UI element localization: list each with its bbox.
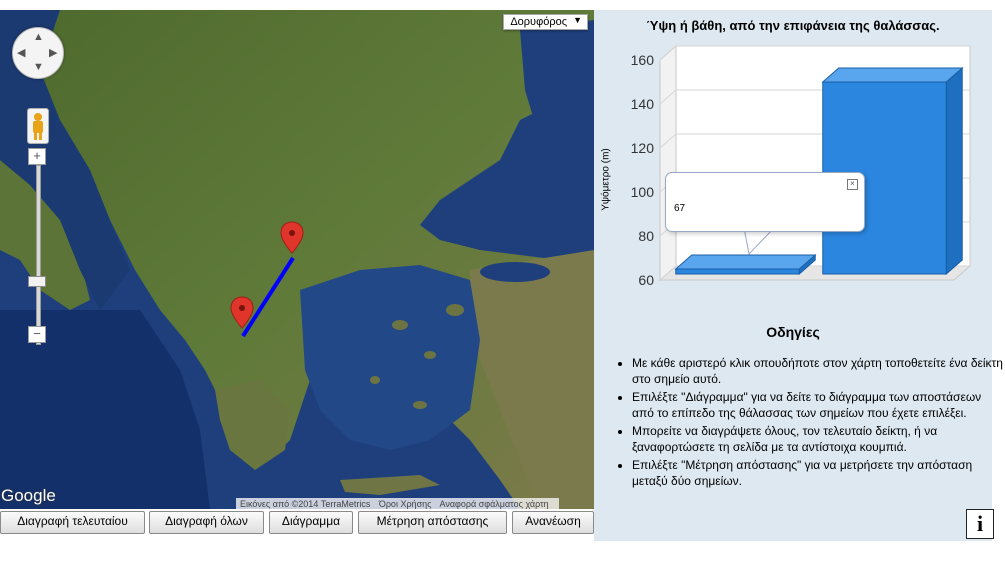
- bar: [675, 268, 800, 275]
- info-icon[interactable]: i: [966, 509, 994, 539]
- y-tick-label: 60: [638, 272, 654, 288]
- tooltip-tail: [744, 228, 775, 256]
- bar-top: [821, 67, 964, 83]
- imagery-attribution: Εικόνες από ©2014 TerraMetrics: [240, 499, 371, 509]
- y-tick-label: 120: [631, 140, 655, 156]
- chart-y-axis-label: Υψόμετρο (m): [600, 148, 612, 211]
- map-marker-icon[interactable]: [280, 221, 304, 254]
- delete-all-button[interactable]: Διαγραφή όλων: [149, 511, 264, 534]
- instructions-list: Με κάθε αριστερό κλικ οπουδήποτε στον χά…: [614, 356, 1004, 492]
- instruction-item: Μπορείτε να διαγράψετε όλους, τον τελευτ…: [632, 424, 1004, 455]
- y-tick-label: 80: [638, 228, 654, 244]
- map-view[interactable]: Δορυφόρος ▼ ▲ ▼ ◀ ▶ + − Google Εικόνες α…: [0, 10, 594, 509]
- route-overlay: [230, 221, 304, 338]
- instruction-item: Επιλέξτε "Διάγραμμα" για να δείτε το διά…: [632, 390, 1004, 421]
- measure-distance-button[interactable]: Μέτρηση απόστασης: [358, 511, 507, 534]
- elevation-chart: 60 80 100 120 140 160: [631, 44, 972, 288]
- map-attribution: Εικόνες από ©2014 TerraMetrics Όροι Χρήσ…: [236, 498, 559, 509]
- delete-last-button[interactable]: Διαγραφή τελευταίου: [0, 511, 145, 534]
- y-tick-label: 160: [631, 52, 655, 68]
- report-error-link[interactable]: Αναφορά σφάλματος χάρτη: [439, 499, 548, 509]
- path-line: [241, 256, 295, 338]
- instructions-title: Οδηγίες: [766, 324, 820, 340]
- refresh-button[interactable]: Ανανέωση: [512, 511, 594, 534]
- action-toolbar: Διαγραφή τελευταίου Διαγραφή όλων Διάγρα…: [0, 510, 594, 534]
- side-panel: Ύψη ή βάθη, από την επιφάνεια της θαλάσσ…: [594, 10, 1003, 541]
- bar-side: [945, 66, 963, 276]
- terms-link[interactable]: Όροι Χρήσης: [379, 499, 432, 509]
- chart-side-wall: [659, 44, 677, 282]
- instruction-item: Επιλέξτε "Μέτρηση απόστασης" για να μετρ…: [632, 458, 1004, 489]
- close-icon[interactable]: ×: [847, 179, 858, 190]
- y-tick-label: 140: [631, 96, 655, 112]
- y-tick-label: 100: [631, 184, 655, 200]
- instruction-item: Με κάθε αριστερό κλικ οπουδήποτε στον χά…: [632, 356, 1004, 387]
- diagram-button[interactable]: Διάγραμμα: [269, 511, 353, 534]
- google-logo: Google: [1, 486, 56, 505]
- tooltip-value: 67: [674, 203, 686, 214]
- chart-tooltip: × 67: [665, 172, 865, 232]
